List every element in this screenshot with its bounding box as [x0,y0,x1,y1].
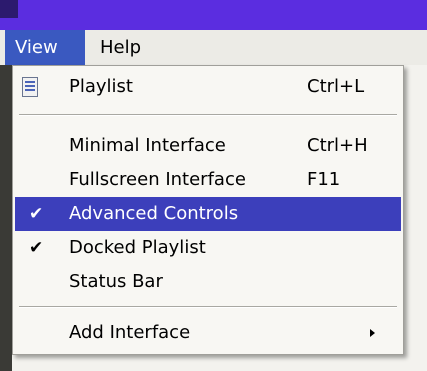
menu-item-label: Docked Playlist [69,237,206,258]
checkmark-icon: ✔ [29,204,44,224]
menu-item-label: Advanced Controls [69,203,239,224]
menu-item-label: Add Interface [69,322,191,343]
menu-item-advanced-controls[interactable]: ✔ Advanced Controls [15,197,401,231]
menu-bar: View Help [0,30,427,65]
menu-item-minimal-interface[interactable]: Minimal Interface Ctrl+H [15,129,401,163]
menu-item-shortcut: F11 [307,169,341,190]
submenu-arrow-icon [370,329,375,337]
menu-separator [19,306,397,308]
menu-item-label: Minimal Interface [69,135,226,156]
checkmark-icon: ✔ [29,238,44,258]
menu-item-label: Status Bar [69,271,163,292]
playlist-icon [22,77,38,97]
menu-help[interactable]: Help [90,30,151,65]
menu-item-fullscreen-interface[interactable]: Fullscreen Interface F11 [15,163,401,197]
menu-item-label: Playlist [69,76,133,97]
title-bar [0,0,427,30]
menu-item-add-interface[interactable]: Add Interface [15,316,401,350]
menu-item-docked-playlist[interactable]: ✔ Docked Playlist [15,231,401,265]
menu-item-status-bar[interactable]: Status Bar [15,265,401,299]
menu-item-label: Fullscreen Interface [69,169,246,190]
menu-view[interactable]: View [5,30,85,65]
menu-item-playlist[interactable]: Playlist Ctrl+L [15,70,401,104]
title-bar-accent [0,0,18,18]
background-window-edge [0,65,12,371]
menu-item-shortcut: Ctrl+L [307,76,365,97]
menu-item-shortcut: Ctrl+H [307,135,368,156]
view-dropdown-menu: Playlist Ctrl+L Minimal Interface Ctrl+H… [12,65,404,355]
menu-separator [19,114,397,116]
